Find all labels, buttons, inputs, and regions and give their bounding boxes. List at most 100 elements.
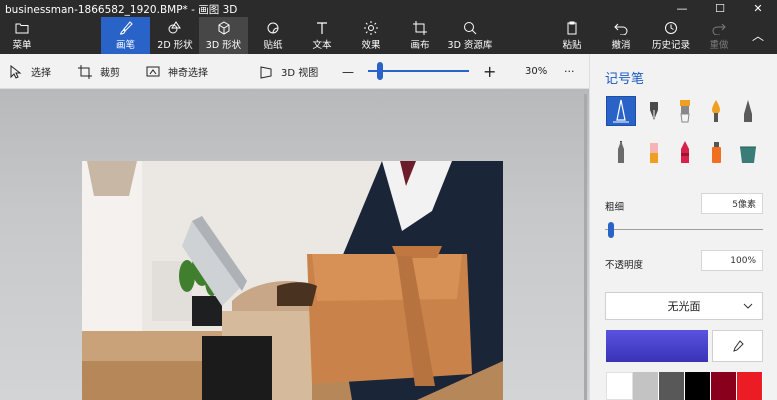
tab-stickers[interactable]: 贴纸 [250, 17, 296, 54]
tab-3d-library[interactable]: 3D 资源库 [447, 17, 493, 54]
brush-icon [119, 20, 133, 36]
eyedropper-button[interactable] [712, 330, 763, 362]
oil-brush-icon [680, 100, 690, 123]
paste-button[interactable]: 粘贴 [555, 17, 589, 54]
shapes-2d-label: 2D 形状 [157, 40, 193, 51]
minimize-button[interactable]: — [663, 0, 701, 17]
color-palette [606, 372, 763, 400]
tab-effects[interactable]: 效果 [348, 17, 394, 54]
folder-icon [15, 20, 29, 36]
undo-label: 撤消 [611, 40, 631, 51]
chevron-up-icon: ︿ [751, 29, 764, 43]
effects-label: 效果 [361, 40, 381, 51]
brush-eraser[interactable] [639, 137, 669, 167]
zoom-slider-thumb[interactable] [377, 62, 384, 80]
crop-label: 裁剪 [100, 68, 120, 79]
shapes-2d-icon [168, 20, 182, 36]
crop-icon [78, 64, 92, 79]
brush-watercolor[interactable] [701, 96, 731, 126]
menu-label: 菜单 [12, 40, 32, 51]
brush-crayon[interactable] [670, 137, 700, 167]
brush-marker[interactable] [606, 96, 636, 126]
opacity-label: 不透明度 [605, 260, 644, 271]
vertical-scrollbar[interactable] [584, 94, 587, 400]
properties-panel: 记号笔 粗细 5像素 不透明度 100% 无光面 [589, 54, 777, 400]
history-icon [664, 20, 678, 36]
marker-icon [613, 99, 629, 123]
color-swatch[interactable] [685, 372, 711, 400]
crop-tool[interactable]: 裁剪 [78, 54, 120, 89]
magic-select-label: 神奇选择 [168, 68, 208, 79]
finish-value: 无光面 [667, 300, 701, 313]
stickers-label: 贴纸 [263, 40, 283, 51]
opacity-input[interactable]: 100% [701, 250, 763, 271]
thickness-slider-track[interactable] [605, 229, 763, 230]
redo-button[interactable]: 重做 [702, 17, 736, 54]
thickness-slider-thumb[interactable] [608, 222, 615, 238]
zoom-in-icon: + [483, 62, 497, 81]
magic-select-tool[interactable]: 神奇选择 [146, 54, 208, 89]
thickness-input[interactable]: 5像素 [701, 193, 763, 214]
history-label: 历史记录 [651, 40, 690, 51]
menu-button[interactable]: 菜单 [0, 17, 44, 54]
zoom-out-icon: — [342, 64, 354, 79]
current-color-swatch[interactable] [606, 330, 708, 362]
zoom-in-button[interactable]: + [483, 54, 496, 89]
color-swatch[interactable] [659, 372, 685, 400]
paste-label: 粘贴 [562, 40, 582, 51]
tab-2d-shapes[interactable]: 2D 形状 [151, 17, 199, 54]
3d-library-label: 3D 资源库 [447, 40, 493, 51]
canvas-label: 画布 [410, 40, 430, 51]
undo-button[interactable]: 撤消 [604, 17, 638, 54]
tab-canvas[interactable]: 画布 [397, 17, 443, 54]
zoom-level: 30% [525, 66, 548, 77]
tab-3d-shapes[interactable]: 3D 形状 [199, 17, 248, 54]
zoom-out-button[interactable]: — [342, 54, 354, 89]
more-options-button[interactable]: ··· [564, 54, 575, 89]
color-swatch[interactable] [633, 372, 659, 400]
eraser-icon [650, 143, 658, 163]
tab-brushes[interactable]: 画笔 [101, 17, 150, 54]
window-title: businessman-1866582_1920.BMP* - 画图 3D [5, 4, 238, 16]
collapse-ribbon-button[interactable]: ︿ [745, 17, 771, 54]
redo-icon [712, 20, 726, 36]
color-swatch[interactable] [737, 372, 763, 400]
3d-view-toggle[interactable]: 3D 视图 [259, 54, 318, 89]
brush-calligraphy-pen[interactable] [639, 96, 669, 126]
spray-can-icon [712, 142, 721, 163]
color-swatch[interactable] [606, 372, 633, 400]
brushes-label: 画笔 [115, 40, 135, 51]
brush-pixel-pen[interactable] [733, 96, 763, 126]
shapes-3d-label: 3D 形状 [205, 40, 242, 51]
text-label: 文本 [312, 40, 332, 51]
undo-icon [614, 20, 628, 36]
minimize-icon: — [676, 2, 688, 15]
maximize-button[interactable]: ☐ [701, 0, 739, 17]
sticker-icon [266, 20, 280, 36]
sun-icon [364, 20, 378, 36]
canvas-image[interactable] [82, 161, 503, 400]
finish-dropdown[interactable]: 无光面 [605, 292, 763, 320]
businessman-photo [82, 161, 503, 400]
close-button[interactable]: ✕ [739, 0, 777, 17]
thickness-label: 粗细 [605, 202, 625, 213]
brush-spray-can[interactable] [701, 137, 731, 167]
select-label: 选择 [31, 68, 51, 79]
tab-text[interactable]: 文本 [298, 17, 346, 54]
more-icon: ··· [564, 65, 575, 78]
brush-oil[interactable] [670, 96, 700, 126]
text-icon [315, 20, 329, 36]
chevron-down-icon [743, 303, 753, 309]
history-button[interactable]: 历史记录 [647, 17, 695, 54]
ribbon: 菜单 画笔 2D 形状 3D 形状 贴纸 文本 效果 画布 3D 资源库 粘贴 … [0, 17, 777, 54]
zoom-slider-track[interactable] [368, 70, 469, 72]
title-bar: businessman-1866582_1920.BMP* - 画图 3D — … [0, 0, 777, 17]
brush-pencil[interactable] [606, 137, 636, 167]
color-swatch[interactable] [711, 372, 737, 400]
pixel-pen-icon [744, 100, 752, 122]
pencil-icon [618, 141, 624, 163]
cube-icon [217, 20, 231, 36]
brush-fill-bucket[interactable] [733, 137, 763, 167]
select-tool[interactable]: 选择 [9, 54, 51, 89]
magic-select-icon [146, 66, 160, 76]
